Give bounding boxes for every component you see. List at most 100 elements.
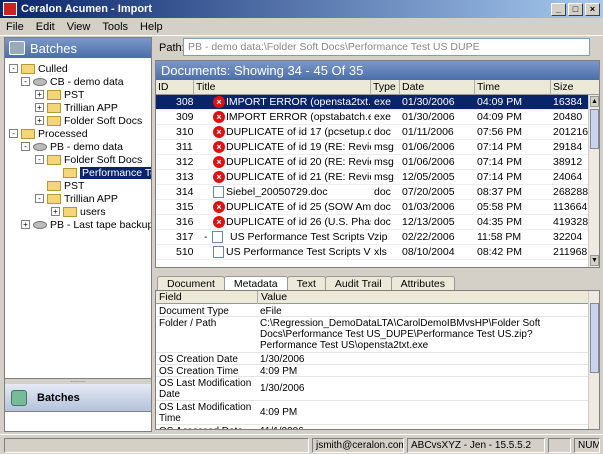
column-id[interactable]: ID: [156, 80, 194, 95]
document-icon: [213, 246, 224, 258]
tree-node[interactable]: - Folder Soft Docs: [35, 153, 142, 166]
path-field[interactable]: PB - demo data:\Folder Soft Docs\Perform…: [183, 38, 590, 56]
table-row[interactable]: 510 US Performance Test Scripts V1 0(Jxls…: [156, 245, 589, 260]
metadata-row[interactable]: OS Accessed Date 11/1/2006: [156, 425, 589, 429]
folder-icon: [47, 115, 61, 126]
metadata-row[interactable]: Folder / Path C:\Regression_DemoDataLTA\C…: [156, 317, 589, 353]
collapse-icon[interactable]: -: [9, 129, 18, 138]
table-row[interactable]: × 309 IMPORT ERROR (opstabatch.exe)exe 01/3…: [156, 110, 589, 125]
cell-title: DUPLICATE of id 17 (pcsetup.doc): [226, 126, 371, 138]
tab-attributes[interactable]: Attributes: [390, 276, 455, 291]
menu-tools[interactable]: Tools: [96, 21, 134, 33]
expand-icon[interactable]: +: [35, 103, 44, 112]
metadata-row[interactable]: OS Last Modification Date 1/30/2006: [156, 377, 589, 401]
table-row[interactable]: -317 US Performance Test Scripts V1 0(Jel…: [156, 230, 589, 245]
folder-icon: [63, 206, 77, 217]
table-row[interactable]: × 311 DUPLICATE of id 19 (RE: Review thems…: [156, 140, 589, 155]
table-row[interactable]: × 316 DUPLICATE of id 26 (U.S. Phase 1 Ped…: [156, 215, 589, 230]
expand-icon[interactable]: +: [35, 116, 44, 125]
table-row[interactable]: × 308 IMPORT ERROR (opensta2txt.exe)exe 01/…: [156, 95, 589, 110]
metadata-row[interactable]: OS Creation Time 4:09 PM: [156, 365, 589, 377]
tree-node[interactable]: + Trillian APP: [35, 101, 118, 114]
cell-type: msg: [374, 171, 394, 183]
table-row[interactable]: × 313 DUPLICATE of id 21 (RE: Review thems…: [156, 170, 589, 185]
maximize-button[interactable]: □: [568, 2, 583, 16]
tree-node[interactable]: + PST: [35, 88, 84, 101]
tab-document[interactable]: Document: [157, 276, 225, 291]
tree-node[interactable]: + users: [51, 205, 106, 218]
tab-audit-trail[interactable]: Audit Trail: [324, 276, 392, 291]
cell-time: 07:14 PM: [477, 141, 522, 153]
menu-help[interactable]: Help: [134, 21, 169, 33]
scroll-up-icon[interactable]: ▲: [590, 96, 599, 107]
cell-size: 419328: [553, 216, 589, 228]
error-icon: ×: [213, 96, 225, 108]
metadata-scroll-thumb[interactable]: [590, 303, 599, 373]
cell-time: 04:35 PM: [477, 216, 522, 228]
tree-node[interactable]: Performance Test U: [51, 166, 151, 179]
collapse-icon[interactable]: -: [35, 155, 44, 164]
collapse-icon[interactable]: -: [21, 142, 30, 151]
menu-file[interactable]: File: [0, 21, 30, 33]
metadata-value: C:\Regression_DemoDataLTA\CarolDemoIBMvs…: [260, 318, 541, 351]
tab-text[interactable]: Text: [286, 276, 326, 291]
minimize-button[interactable]: _: [551, 2, 566, 16]
cell-type: msg: [374, 141, 394, 153]
collapse-icon[interactable]: -: [35, 194, 44, 203]
scroll-down-icon[interactable]: ▼: [590, 255, 599, 266]
documents-header: Documents: Showing 34 - 45 Of 35: [156, 61, 599, 80]
column-title[interactable]: Title: [194, 80, 371, 95]
documents-scroll-thumb[interactable]: [590, 109, 599, 149]
tree-node[interactable]: + PB - Last tape backup from: [21, 218, 151, 231]
menu-view[interactable]: View: [61, 21, 97, 33]
close-button[interactable]: ×: [585, 2, 600, 16]
column-type[interactable]: Type: [371, 80, 400, 95]
table-row[interactable]: × 312 DUPLICATE of id 20 (RE: Review thems…: [156, 155, 589, 170]
collapse-icon[interactable]: -: [21, 77, 30, 86]
table-row[interactable]: × 310 DUPLICATE of id 17 (pcsetup.doc)doc 0…: [156, 125, 589, 140]
cell-title: DUPLICATE of id 20 (RE: Review the: [226, 156, 371, 168]
expand-icon[interactable]: +: [51, 207, 60, 216]
metadata-value: eFile: [260, 306, 282, 317]
expand-icon[interactable]: +: [35, 90, 44, 99]
collapse-icon[interactable]: -: [9, 64, 18, 73]
expand-icon[interactable]: +: [21, 220, 30, 229]
column-size[interactable]: Size: [551, 80, 599, 95]
cell-time: 04:09 PM: [477, 111, 522, 123]
table-row[interactable]: × 315 DUPLICATE of id 25 (SOW Americas Ido…: [156, 200, 589, 215]
metadata-value: 11/1/2006: [260, 426, 585, 429]
tree-node-label: Processed: [38, 127, 88, 140]
column-date[interactable]: Date: [400, 80, 475, 95]
cell-id: 311: [176, 141, 193, 153]
menu-edit[interactable]: Edit: [30, 21, 61, 33]
status-num: NUM: [574, 438, 600, 453]
metadata-row[interactable]: OS Creation Date 1/30/2006: [156, 353, 589, 365]
tree-node[interactable]: - Trillian APP: [35, 192, 118, 205]
error-icon: ×: [213, 126, 225, 138]
metadata-row[interactable]: Document Type eFile: [156, 305, 589, 317]
cell-time: 04:09 PM: [477, 96, 522, 108]
batches-icon: [9, 41, 25, 55]
cell-id: 308: [176, 96, 194, 108]
metadata-row[interactable]: OS Last Modification Time 4:09 PM: [156, 401, 589, 425]
batches-nav-button[interactable]: Batches: [5, 384, 151, 412]
documents-scrollbar[interactable]: ▲ ▼: [588, 95, 599, 267]
tree-node[interactable]: PST: [35, 179, 84, 192]
collapse-icon[interactable]: -: [204, 230, 208, 245]
batches-tree[interactable]: - Culled - CB - demo data + PST + Trillian APP +…: [5, 58, 151, 378]
tree-node[interactable]: - CB - demo data: [21, 75, 124, 88]
disc-icon: [33, 142, 47, 151]
tree-node-label: Folder Soft Docs: [64, 114, 143, 127]
zip-icon: [212, 231, 223, 243]
tree-node[interactable]: - Processed: [9, 127, 88, 140]
column-time[interactable]: Time: [475, 80, 551, 95]
metadata-scrollbar[interactable]: [588, 291, 599, 429]
table-row[interactable]: 314 Siebel_20050729.doc doc 07/20/2005 08:37…: [156, 185, 589, 200]
tree-node[interactable]: + Folder Soft Docs: [35, 114, 142, 127]
batches-header-label: Batches: [30, 40, 77, 56]
cell-date: 12/13/2005: [402, 216, 455, 228]
cell-date: 01/06/2006: [402, 156, 455, 168]
cell-id: 315: [176, 201, 194, 213]
tree-node[interactable]: - PB - demo data: [21, 140, 123, 153]
tree-node[interactable]: - Culled: [9, 62, 68, 75]
